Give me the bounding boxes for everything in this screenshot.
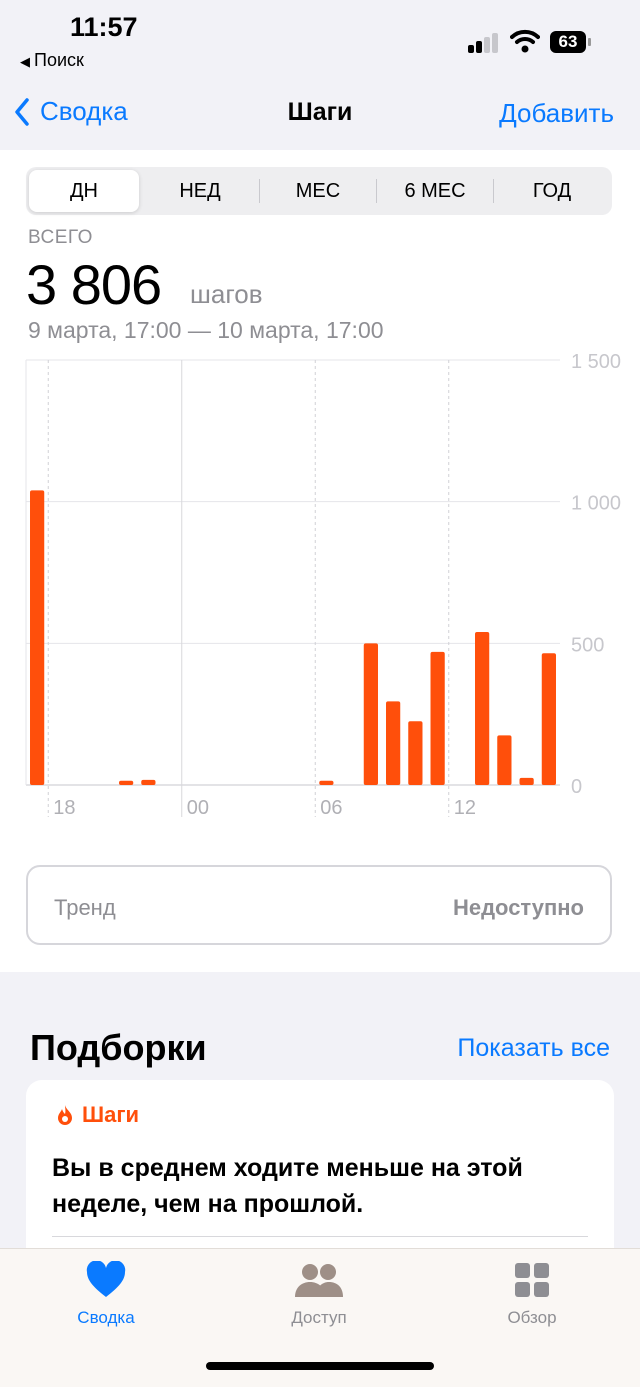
segment-month[interactable]: МЕС — [260, 167, 376, 215]
chart-bar — [363, 643, 378, 785]
trend-card[interactable]: Тренд Недоступно — [26, 865, 612, 945]
highlight-category-label: Шаги — [82, 1102, 140, 1127]
tab-summary[interactable]: Сводка — [36, 1260, 176, 1328]
chart-bar — [386, 701, 401, 785]
chart-y-tick-label: 500 — [571, 634, 604, 656]
highlight-category: Шаги — [56, 1102, 139, 1128]
trend-value: Недоступно — [452, 895, 584, 920]
battery-icon: 63 — [550, 31, 592, 53]
show-all-link[interactable]: Показать все — [457, 1034, 610, 1063]
chart-x-tick-label: 12 — [454, 797, 476, 819]
chart-y-tick-label: 0 — [571, 776, 582, 798]
flame-icon — [58, 1105, 72, 1125]
time-range-segmented-control: ДН НЕД МЕС 6 МЕС ГОД — [26, 167, 612, 215]
chart-bar — [430, 651, 445, 785]
battery-level: 63 — [550, 31, 586, 53]
heart-icon — [86, 1260, 126, 1297]
status-time: 11:57 — [70, 12, 138, 42]
back-app-label: Поиск — [34, 50, 84, 70]
chart-bar — [497, 735, 512, 785]
back-to-app-link[interactable]: ◀ Поиск — [20, 50, 84, 71]
chart-bar — [475, 632, 490, 785]
chart-x-tick-label: 00 — [187, 797, 209, 819]
highlight-text: Вы в среднем ходите меньше на этой недел… — [52, 1154, 523, 1218]
segment-year[interactable]: ГОД — [494, 167, 610, 215]
segment-day[interactable]: ДН — [29, 170, 139, 212]
chart-bar — [30, 490, 45, 785]
total-label: ВСЕГО — [28, 227, 93, 248]
back-triangle-icon: ◀ — [20, 54, 30, 69]
add-button[interactable]: Добавить — [499, 98, 614, 129]
wifi-icon — [510, 29, 540, 53]
tab-browse[interactable]: Обзор — [462, 1261, 602, 1328]
grid-icon — [515, 1263, 549, 1297]
chart-bar — [519, 777, 534, 785]
cellular-signal-icon — [468, 33, 500, 53]
total-steps-value: 3 806 — [26, 253, 162, 316]
highlights-title: Подборки — [30, 1027, 207, 1068]
tab-browse-label: Обзор — [507, 1308, 557, 1327]
total-steps-unit: шагов — [190, 279, 263, 309]
chart-bar — [141, 779, 156, 785]
divider — [52, 1236, 588, 1237]
tab-summary-label: Сводка — [77, 1308, 135, 1327]
tab-sharing-label: Доступ — [291, 1308, 347, 1327]
chart-bar — [119, 780, 134, 785]
chart-bar — [408, 721, 423, 785]
home-indicator — [206, 1362, 434, 1370]
segment-week[interactable]: НЕД — [142, 167, 258, 215]
people-icon — [295, 1264, 343, 1297]
chart-x-tick-label: 18 — [53, 797, 75, 819]
steps-bar-chart[interactable]: 1 500 1 000 500 0 18 00 06 12 — [0, 345, 640, 825]
segment-6-months[interactable]: 6 МЕС — [377, 167, 493, 215]
chart-bar — [319, 780, 334, 785]
chart-y-tick-label: 1 500 — [571, 351, 621, 373]
chart-x-tick-label: 06 — [320, 797, 342, 819]
tab-sharing[interactable]: Доступ — [249, 1261, 389, 1328]
trend-label: Тренд — [54, 895, 116, 920]
chart-y-tick-label: 1 000 — [571, 493, 621, 515]
chart-bar — [541, 653, 556, 785]
date-range: 9 марта, 17:00 — 10 марта, 17:00 — [28, 317, 384, 343]
